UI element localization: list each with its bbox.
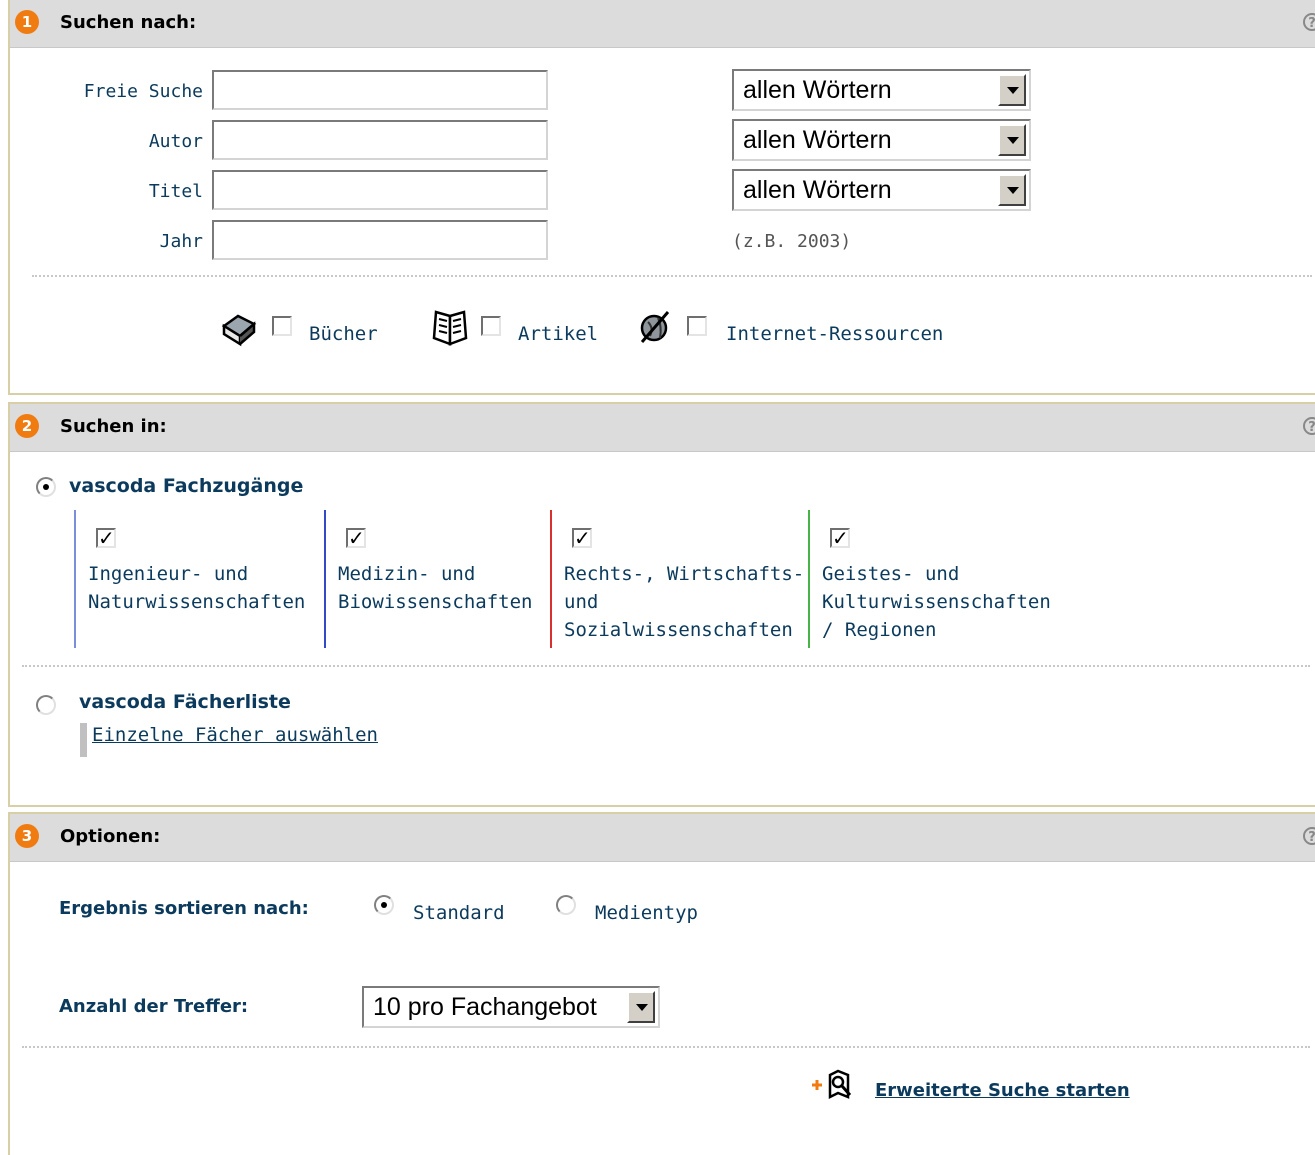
step-3-icon: 3	[15, 824, 39, 848]
author-label: Autor	[148, 131, 203, 152]
faecherliste-radio[interactable]	[36, 695, 56, 715]
fachzugaenge-label: vascoda Fachzugänge	[69, 475, 304, 497]
area-medicine-biosciences: ✓ Medizin- und Biowissenschaften	[324, 510, 550, 648]
year-hint: (z.B. 2003)	[732, 231, 852, 252]
faecherliste-label: vascoda Fächerliste	[79, 691, 291, 713]
dropdown-arrow-icon[interactable]	[998, 124, 1026, 156]
area-divider	[808, 510, 810, 648]
area-law-economics-social-sciences: ✓ Rechts-, Wirtschafts-und Sozialwissensc…	[550, 510, 808, 648]
hits-label: Anzahl der Treffer:	[59, 996, 249, 1017]
start-advanced-search-link[interactable]: Erweiterte Suche starten	[875, 1080, 1130, 1101]
dropdown-arrow-icon[interactable]	[627, 991, 655, 1023]
help-icon[interactable]: ?	[1303, 13, 1315, 31]
step-1-icon: 1	[15, 10, 39, 34]
internet-resources-label: Internet-Ressourcen	[726, 323, 944, 345]
help-icon[interactable]: ?	[1303, 827, 1315, 845]
area-label: Rechts-, Wirtschafts-und Sozialwissenscha…	[564, 563, 805, 641]
author-mode-select[interactable]: allen Wörtern	[732, 119, 1031, 161]
link-marker	[80, 723, 87, 757]
area-divider	[74, 510, 76, 648]
sort-standard-radio[interactable]	[374, 895, 394, 915]
article-icon	[432, 310, 468, 346]
search-start-icon[interactable]	[808, 1069, 856, 1105]
humanities-cultural-studies-checkbox[interactable]: ✓	[830, 528, 850, 548]
author-input[interactable]	[212, 120, 548, 160]
books-label: Bücher	[309, 323, 378, 345]
area-engineering-natural-sciences: ✓ Ingenieur- und Naturwissenschaften	[74, 510, 324, 648]
divider	[32, 275, 1312, 277]
area-divider	[324, 510, 326, 648]
articles-label: Artikel	[518, 323, 599, 345]
law-economics-social-sciences-checkbox[interactable]: ✓	[572, 528, 592, 548]
area-divider	[550, 510, 552, 648]
articles-checkbox[interactable]	[481, 316, 501, 336]
options-section: 3 Optionen: ?	[8, 812, 1315, 1155]
free-search-mode-value: allen Wörtern	[743, 76, 892, 104]
divider	[22, 665, 1310, 667]
engineering-natural-sciences-checkbox[interactable]: ✓	[96, 528, 116, 548]
sort-mediatype-radio[interactable]	[556, 895, 576, 915]
title-mode-select[interactable]: allen Wörtern	[732, 169, 1031, 211]
search-in-title: Suchen in:	[60, 416, 167, 437]
select-subjects-link[interactable]: Einzelne Fächer auswählen	[92, 724, 378, 746]
step-2-icon: 2	[15, 414, 39, 438]
area-humanities-cultural-studies: ✓ Geistes- und Kulturwissenschaften / Regi…	[808, 510, 1068, 648]
dropdown-arrow-icon[interactable]	[998, 174, 1026, 206]
title-label: Titel	[148, 181, 203, 202]
year-input[interactable]	[212, 220, 548, 260]
year-label: Jahr	[159, 231, 203, 252]
search-in-header: 2 Suchen in: ?	[10, 404, 1315, 452]
hits-select[interactable]: 10 pro Fachangebot	[362, 986, 660, 1028]
free-search-label: Freie Suche	[83, 81, 203, 102]
options-header: 3 Optionen: ?	[10, 814, 1315, 862]
sort-standard-label: Standard	[413, 902, 505, 924]
area-label: Ingenieur- und Naturwissenschaften	[88, 563, 306, 613]
options-title: Optionen:	[60, 826, 161, 847]
author-mode-value: allen Wörtern	[743, 126, 892, 154]
free-search-mode-select[interactable]: allen Wörtern	[732, 69, 1031, 111]
title-input[interactable]	[212, 170, 548, 210]
title-mode-value: allen Wörtern	[743, 176, 892, 204]
book-icon	[221, 314, 257, 347]
hits-value: 10 pro Fachangebot	[373, 993, 597, 1021]
internet-resources-checkbox[interactable]	[687, 316, 707, 336]
help-icon[interactable]: ?	[1303, 417, 1315, 435]
search-for-title: Suchen nach:	[60, 12, 197, 33]
divider	[22, 1046, 1310, 1048]
area-label: Medizin- und Biowissenschaften	[338, 563, 533, 613]
dropdown-arrow-icon[interactable]	[998, 74, 1026, 106]
medicine-biosciences-checkbox[interactable]: ✓	[346, 528, 366, 548]
fachzugaenge-radio[interactable]	[36, 477, 56, 497]
free-search-input[interactable]	[212, 70, 548, 110]
sort-mediatype-label: Medientyp	[595, 902, 698, 924]
books-checkbox[interactable]	[272, 316, 292, 336]
sort-label: Ergebnis sortieren nach:	[59, 898, 309, 919]
search-for-header: 1 Suchen nach: ?	[10, 0, 1315, 48]
search-for-section: 1 Suchen nach: ? Freie Suche Autor Titel…	[8, 0, 1315, 395]
area-label: Geistes- und Kulturwissenschaften / Region…	[822, 563, 1051, 641]
globe-icon	[640, 311, 670, 343]
